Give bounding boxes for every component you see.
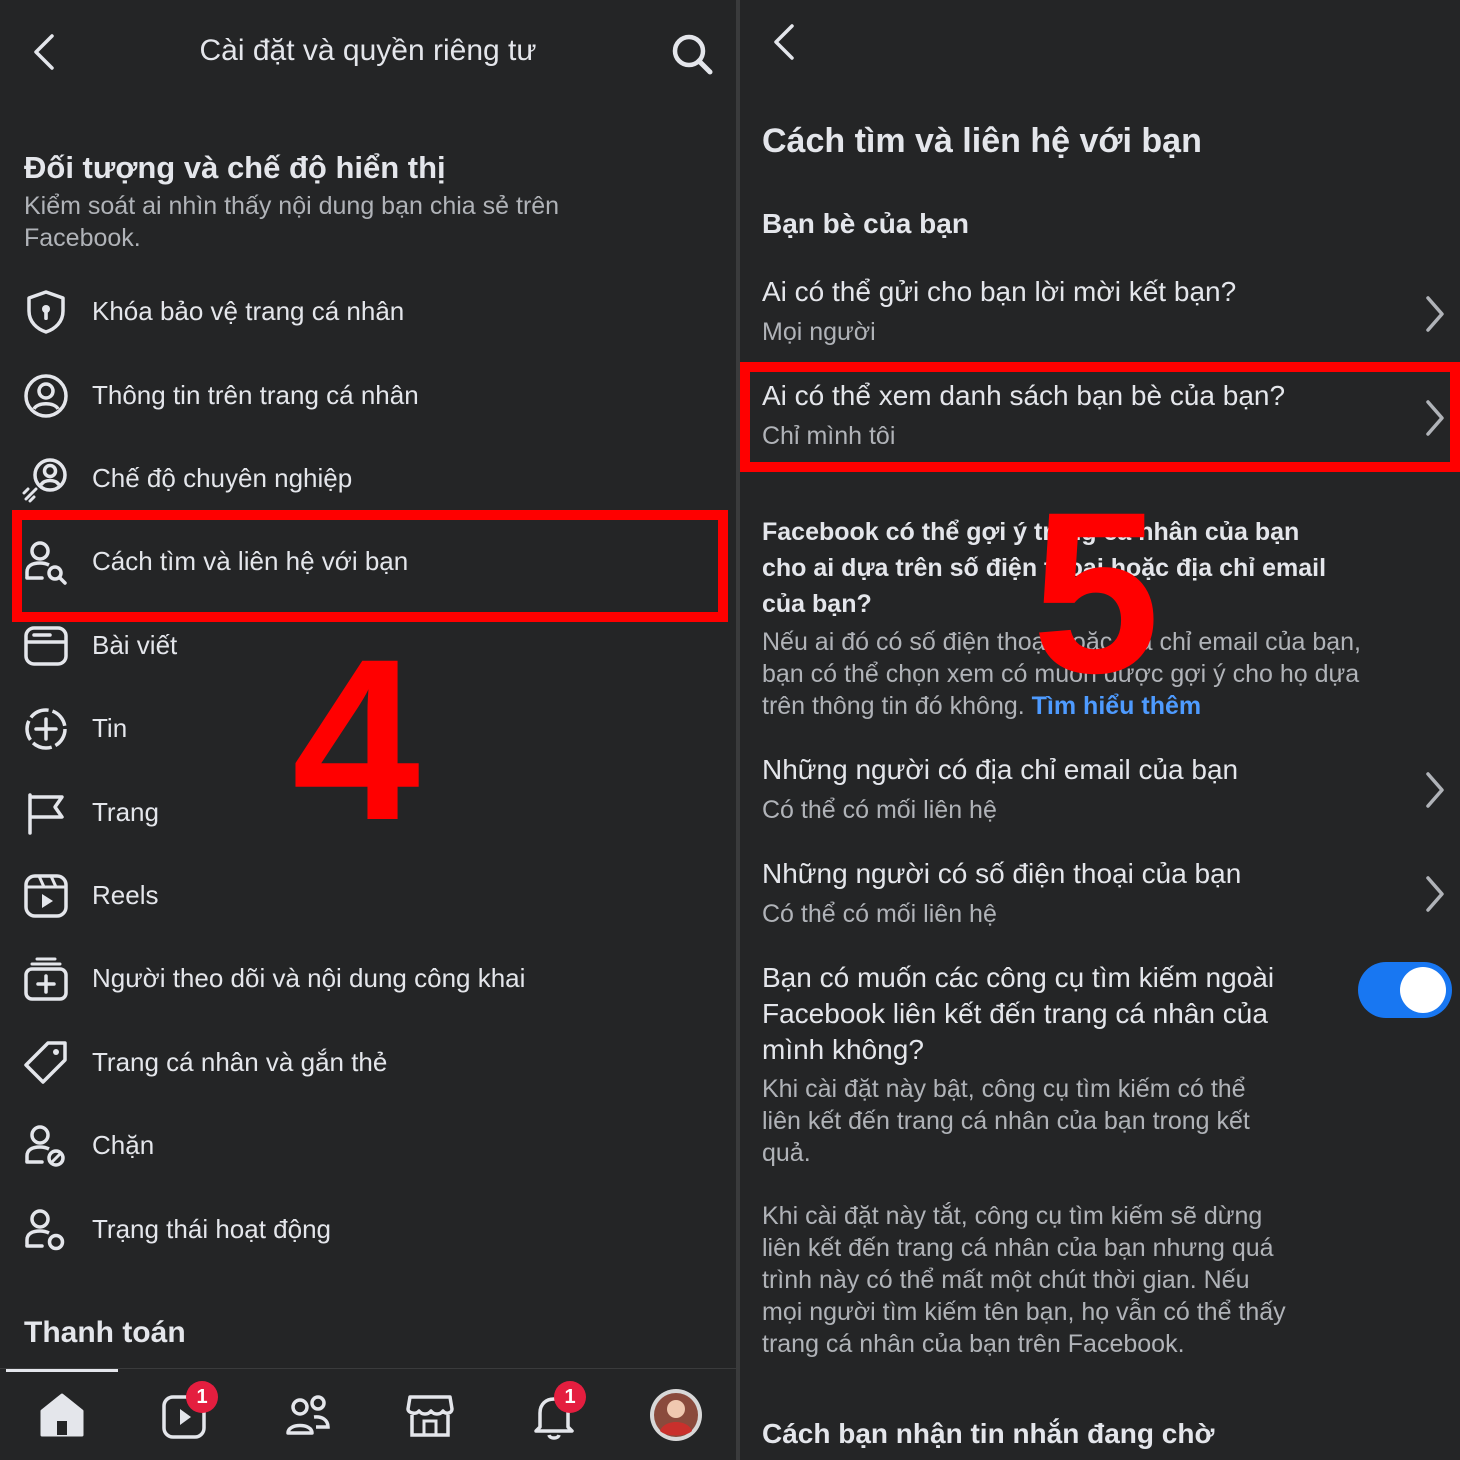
- profile-circle-icon: [24, 374, 68, 418]
- tag-icon: [24, 1041, 67, 1084]
- chevron-right-icon: [1426, 876, 1444, 912]
- search-engine-question: Bạn có muốn các công cụ tìm kiếm ngoài F…: [762, 962, 1275, 1065]
- nav-profile-button[interactable]: [646, 1387, 706, 1443]
- nav-friends-button[interactable]: [278, 1387, 338, 1443]
- stories-plus-icon: [25, 708, 67, 750]
- bottom-nav-bar: 1 1: [0, 1368, 736, 1460]
- find-contact-screen: Cách tìm và liên hệ với bạn Bạn bè của b…: [740, 0, 1460, 1460]
- friends-icon: [286, 1395, 330, 1435]
- menu-item-profile-info[interactable]: Thông tin trên trang cá nhân: [0, 362, 736, 432]
- block-user-icon: [25, 1125, 65, 1167]
- home-icon: [40, 1393, 84, 1437]
- pending-messages-title: Cách bạn nhận tin nhắn đang chờ: [762, 1418, 1215, 1449]
- avatar: [650, 1389, 702, 1441]
- phone-lookup-setting[interactable]: Những người có số điện thoại của bạn Có …: [740, 854, 1460, 936]
- shield-icon: [27, 290, 65, 334]
- menu-item-reels[interactable]: Reels: [0, 862, 736, 932]
- reels-icon: [24, 874, 68, 918]
- section-title: Đối tượng và chế độ hiển thị: [24, 150, 446, 185]
- friend-requests-setting[interactable]: Ai có thể gửi cho bạn lời mời kết bạn? M…: [740, 272, 1460, 354]
- email-lookup-setting[interactable]: Những người có địa chỉ email của bạn Có …: [740, 750, 1460, 832]
- search-off-description: Khi cài đặt này tắt, công cụ tìm kiếm sẽ…: [762, 1202, 1286, 1358]
- professional-mode-icon: [22, 458, 67, 503]
- toggle-knob: [1400, 967, 1446, 1013]
- menu-item-profile-tagging[interactable]: Trang cá nhân và gắn thẻ: [0, 1029, 736, 1099]
- menu-item-blocking[interactable]: Chặn: [0, 1112, 736, 1182]
- flag-icon: [28, 793, 64, 835]
- nav-home-button[interactable]: [32, 1387, 92, 1443]
- nav-notifications-button[interactable]: 1: [524, 1381, 586, 1443]
- active-status-icon: [25, 1209, 65, 1251]
- highlight-box: [12, 510, 728, 622]
- highlight-box: [740, 362, 1460, 472]
- active-tab-indicator: [6, 1369, 118, 1372]
- menu-item-active-status[interactable]: Trạng thái hoạt động: [0, 1196, 736, 1266]
- chevron-right-icon: [1426, 772, 1444, 808]
- video-badge: 1: [186, 1381, 218, 1413]
- menu-item-professional-mode[interactable]: Chế độ chuyên nghiệp: [0, 445, 736, 515]
- posts-icon: [24, 626, 68, 666]
- settings-privacy-screen: Cài đặt và quyền riêng tư Đối tượng và c…: [0, 0, 736, 1460]
- payment-section-title: Thanh toán: [24, 1316, 186, 1349]
- nav-video-button[interactable]: 1: [156, 1381, 218, 1443]
- step-number-5: 5: [1032, 464, 1160, 721]
- page-title: Cách tìm và liên hệ với bạn: [762, 122, 1202, 160]
- search-engine-toggle[interactable]: [1358, 962, 1452, 1018]
- chevron-right-icon: [1426, 296, 1444, 332]
- notifications-badge: 1: [554, 1381, 586, 1413]
- friends-section-title: Bạn bè của bạn: [762, 208, 969, 239]
- step-number-4: 4: [292, 611, 420, 868]
- search-on-description: Khi cài đặt này bật, công cụ tìm kiếm có…: [762, 1075, 1250, 1167]
- page-title: Cài đặt và quyền riêng tư: [199, 34, 537, 67]
- search-icon[interactable]: [668, 30, 716, 78]
- back-arrow-icon[interactable]: [766, 22, 806, 62]
- section-description: Kiểm soát ai nhìn thấy nội dung bạn chia…: [24, 192, 560, 252]
- marketplace-icon: [406, 1395, 454, 1437]
- followers-box-icon: [24, 957, 68, 1001]
- menu-item-followers[interactable]: Người theo dõi và nội dung công khai: [0, 945, 736, 1015]
- nav-marketplace-button[interactable]: [400, 1387, 460, 1443]
- menu-item-profile-lock[interactable]: Khóa bảo vệ trang cá nhân: [0, 278, 736, 348]
